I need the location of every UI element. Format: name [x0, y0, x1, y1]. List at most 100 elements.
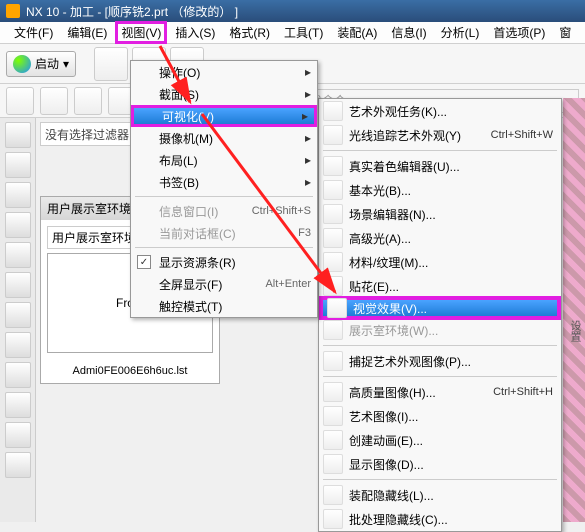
menu-item-icon [323, 204, 343, 224]
vis-menu-item[interactable]: 高质量图像(H)...Ctrl+Shift+H [319, 380, 561, 404]
vis-menu-item[interactable]: 装配隐藏线(L)... [319, 483, 561, 507]
vis-menu-item[interactable]: 艺术图像(I)... [319, 404, 561, 428]
menu-item-label: 书签(B) [159, 174, 301, 191]
menu-item-label: 视觉效果(V)... [353, 300, 549, 317]
menu-item-icon [323, 320, 343, 340]
menu-shortcut: Ctrl+Shift+S [252, 205, 311, 217]
menu-shortcut: Alt+Enter [265, 278, 311, 290]
menu-view[interactable]: 视图(V) [115, 21, 167, 44]
vis-menu-item[interactable]: 光线追踪艺术外观(Y)Ctrl+Shift+W [319, 123, 561, 147]
menu-item-icon [135, 297, 153, 315]
panel-footer: Admi0FE006E6h6uc.lst [41, 359, 219, 383]
left-icon-9[interactable] [5, 362, 31, 388]
menu-item-label: 显示资源条(R) [159, 254, 311, 271]
vis-menu-item[interactable]: 创建动画(E)... [319, 428, 561, 452]
menu-item-icon [323, 180, 343, 200]
menu-shortcut: Ctrl+Shift+H [493, 386, 553, 398]
ts-icon-3[interactable] [74, 87, 102, 115]
vis-menu-item[interactable]: 视觉效果(V)... [319, 296, 561, 320]
ts-icon-1[interactable] [6, 87, 34, 115]
menu-item-label: 艺术图像(I)... [349, 408, 553, 425]
menu-item-label: 真实着色编辑器(U)... [349, 158, 553, 175]
menu-item-icon [323, 125, 343, 145]
menu-separator [135, 196, 313, 197]
menu-item-icon [135, 129, 153, 147]
menu-item-icon [323, 454, 343, 474]
vis-menu-item[interactable]: 批处理隐藏线(C)... [319, 507, 561, 531]
visualization-submenu: 艺术外观任务(K)...光线追踪艺术外观(Y)Ctrl+Shift+W 真实着色编… [318, 98, 562, 532]
chevron-down-icon: ▾ [63, 57, 69, 71]
vis-menu-item[interactable]: 材料/纹理(M)... [319, 250, 561, 274]
vis-menu-item[interactable]: 贴花(E)... [319, 274, 561, 298]
left-icon-1[interactable] [5, 122, 31, 148]
start-button[interactable]: 启动 ▾ [6, 51, 76, 77]
menu-shortcut: F3 [298, 227, 311, 239]
menu-item-icon [323, 382, 343, 402]
left-icon-8[interactable] [5, 332, 31, 358]
vis-menu-item[interactable]: 捕捉艺术外观图像(P)... [319, 349, 561, 373]
left-icon-11[interactable] [5, 422, 31, 448]
left-icon-7[interactable] [5, 302, 31, 328]
menu-item-label: 创建动画(E)... [349, 432, 553, 449]
menu-edit[interactable]: 编辑(E) [61, 22, 113, 43]
menu-tools[interactable]: 工具(T) [278, 22, 329, 43]
menu-item-label: 材料/纹理(M)... [349, 254, 553, 271]
left-icon-4[interactable] [5, 212, 31, 238]
menu-item-icon [323, 252, 343, 272]
menu-item-icon [327, 298, 347, 318]
view-menu-item[interactable]: 操作(O)▸ [131, 61, 317, 83]
vis-menu-item[interactable]: 场景编辑器(N)... [319, 202, 561, 226]
menu-item-label: 贴花(E)... [349, 278, 553, 295]
menu-item-icon [135, 63, 153, 81]
ts-icon-2[interactable] [40, 87, 68, 115]
view-menu-item[interactable]: 全屏显示(F)Alt+Enter [131, 273, 317, 295]
vis-menu-item[interactable]: 基本光(B)... [319, 178, 561, 202]
view-menu-item[interactable]: 摄像机(M)▸ [131, 127, 317, 149]
left-icon-10[interactable] [5, 392, 31, 418]
vis-menu-item[interactable]: 艺术外观任务(K)... [319, 99, 561, 123]
filter-text: 没有选择过滤器 [45, 126, 129, 143]
menu-assembly[interactable]: 装配(A) [331, 22, 383, 43]
app-icon [6, 4, 20, 18]
view-menu-item[interactable]: 书签(B)▸ [131, 171, 317, 193]
chevron-right-icon: ▸ [302, 109, 308, 123]
view-menu-item[interactable]: 布局(L)▸ [131, 149, 317, 171]
menu-window[interactable]: 窗 [553, 22, 577, 43]
left-icon-6[interactable] [5, 272, 31, 298]
tool-icon-1[interactable] [94, 47, 128, 81]
menu-analysis[interactable]: 分析(L) [435, 22, 486, 43]
menu-format[interactable]: 格式(R) [223, 22, 276, 43]
left-icon-12[interactable] [5, 452, 31, 478]
menu-separator [135, 247, 313, 248]
view-menu-item[interactable]: 截面(S)▸ [131, 83, 317, 105]
view-menu-item[interactable]: 可视化(V)▸ [131, 105, 317, 127]
view-menu-item[interactable]: 触控模式(T) [131, 295, 317, 317]
vis-menu-item[interactable]: 显示图像(D)... [319, 452, 561, 476]
view-menu-item: 当前对话框(C)F3 [131, 222, 317, 244]
menu-insert[interactable]: 插入(S) [169, 22, 221, 43]
menu-item-label: 信息窗口(I) [159, 203, 252, 220]
menu-separator [323, 345, 557, 346]
menu-file[interactable]: 文件(F) [8, 22, 59, 43]
menu-item-icon [323, 276, 343, 296]
menu-item-label: 截面(S) [159, 86, 301, 103]
menu-shortcut: Ctrl+Shift+W [491, 129, 553, 141]
menu-item-icon [135, 85, 153, 103]
left-icon-3[interactable] [5, 182, 31, 208]
menu-item-icon [135, 173, 153, 191]
menu-info[interactable]: 信息(I) [385, 22, 432, 43]
menu-item-icon: ✓ [135, 253, 153, 271]
view-menu-item[interactable]: ✓ 显示资源条(R) [131, 251, 317, 273]
menu-item-icon [323, 485, 343, 505]
menu-item-icon [323, 509, 343, 529]
menu-prefs[interactable]: 首选项(P) [487, 22, 551, 43]
vis-menu-item[interactable]: 真实着色编辑器(U)... [319, 154, 561, 178]
vis-menu-item[interactable]: 高级光(A)... [319, 226, 561, 250]
menu-item-label: 批处理隐藏线(C)... [349, 511, 553, 528]
menu-separator [323, 376, 557, 377]
menu-separator [323, 479, 557, 480]
menu-bar: 文件(F) 编辑(E) 视图(V) 插入(S) 格式(R) 工具(T) 装配(A… [0, 22, 585, 44]
left-icon-5[interactable] [5, 242, 31, 268]
left-icon-2[interactable] [5, 152, 31, 178]
menu-item-icon [323, 156, 343, 176]
